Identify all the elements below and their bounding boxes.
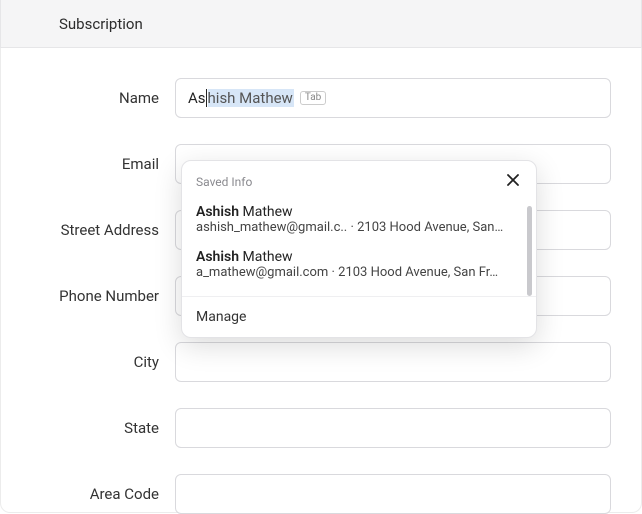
city-input[interactable] [175,342,611,382]
autofill-title: Saved Info [196,175,252,189]
autofill-popup: Saved Info Ashish Mathew ashish_mathew@g… [181,160,537,338]
autofill-manage-button[interactable]: Manage [182,297,536,337]
autofill-item-detail: ashish_mathew@gmail.c.. · 2103 Hood Aven… [196,220,506,235]
autofill-item[interactable]: Ashish Mathew ashish_mathew@gmail.c.. · … [182,198,536,243]
section-header: Subscription [0,0,642,48]
row-state: State [31,408,611,448]
name-autocomplete-ghost: hish Mathew [208,89,294,107]
scrollbar-thumb[interactable] [527,206,532,296]
row-city: City [31,342,611,382]
row-name: Name Ashish Mathew Tab [31,78,611,118]
state-input[interactable] [175,408,611,448]
autofill-item-name: Ashish Mathew [196,249,522,265]
autofill-item-detail: a_mathew@gmail.com · 2103 Hood Avenue, S… [196,265,506,280]
label-city: City [31,353,175,371]
area-code-input[interactable] [175,474,611,514]
tab-hint-pill: Tab [300,91,326,105]
label-street: Street Address [31,221,175,239]
label-area: Area Code [31,485,175,503]
label-phone: Phone Number [31,287,175,305]
page-root: Subscription Name Ashish Mathew Tab Emai… [0,0,642,513]
text-caret [206,89,207,107]
row-area: Area Code [31,474,611,514]
label-state: State [31,419,175,437]
close-icon[interactable] [504,171,522,192]
name-typed-text: As [188,89,206,107]
autofill-item[interactable]: Ashish Mathew a_mathew@gmail.com · 2103 … [182,243,536,288]
autofill-header: Saved Info [182,161,536,198]
section-title: Subscription [59,15,143,33]
label-name: Name [31,89,175,107]
autofill-list: Ashish Mathew ashish_mathew@gmail.c.. · … [182,198,536,297]
autofill-item-name: Ashish Mathew [196,204,522,220]
form-panel: Name Ashish Mathew Tab Email Street Addr… [0,48,642,513]
name-input[interactable]: Ashish Mathew Tab [175,78,611,118]
label-email: Email [31,155,175,173]
